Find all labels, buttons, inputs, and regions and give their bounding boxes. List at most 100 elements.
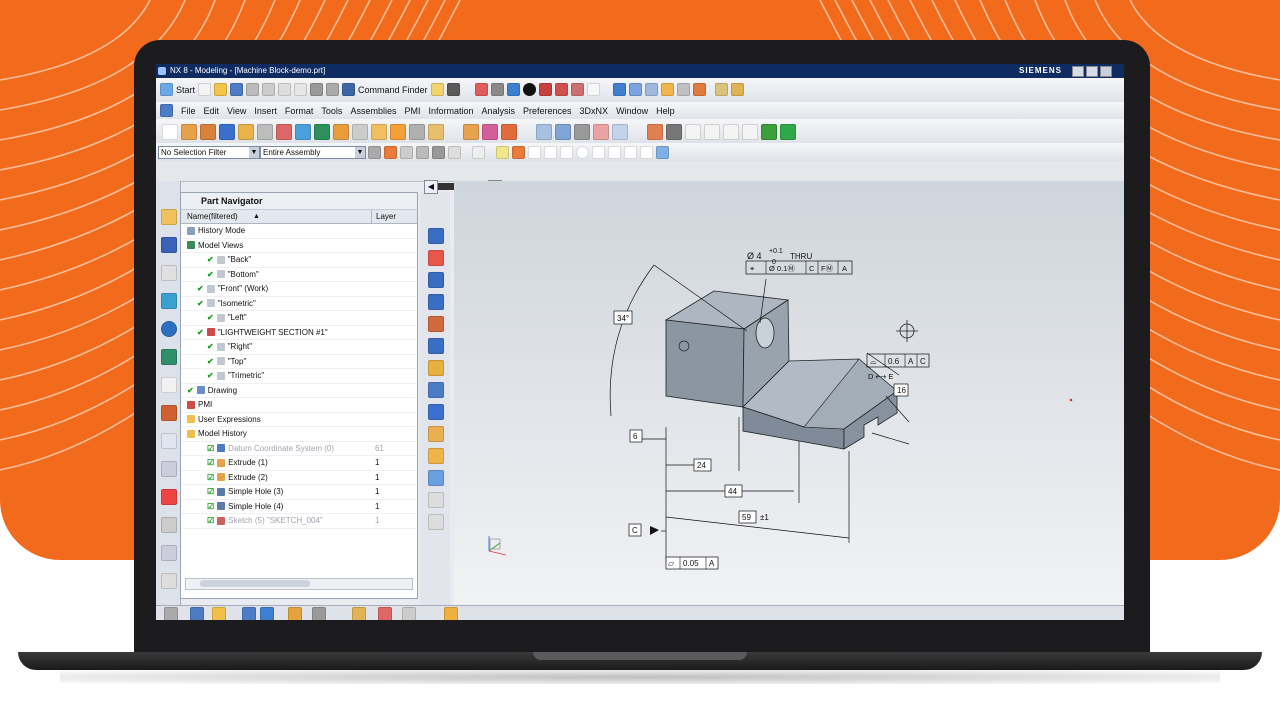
dimension-6[interactable]: 6: [629, 429, 643, 443]
system-scenes-icon[interactable]: [161, 489, 177, 505]
edge-blend-icon[interactable]: [371, 124, 387, 140]
angle-dimension[interactable]: 34°: [613, 310, 633, 325]
menu-assemblies[interactable]: Assemblies: [350, 106, 396, 116]
measure-icon[interactable]: [446, 83, 460, 96]
layer-column-header[interactable]: Layer: [371, 210, 416, 223]
checkbox-icon[interactable]: ✔: [207, 371, 214, 380]
manufacturing-wizards-icon[interactable]: [161, 433, 177, 449]
general-selection-icon[interactable]: [368, 146, 381, 159]
minimize-button[interactable]: [1072, 66, 1084, 77]
checkbox-icon[interactable]: ✔: [197, 328, 204, 337]
pmi-font-icon[interactable]: [428, 492, 444, 508]
show-hide-icon[interactable]: [692, 83, 706, 96]
navigator-row[interactable]: Model Views: [181, 239, 417, 253]
select-curve-icon[interactable]: [448, 146, 461, 159]
snap-center-icon[interactable]: [576, 146, 589, 159]
checkbox-icon[interactable]: ✔: [207, 357, 214, 366]
arc-icon[interactable]: [704, 124, 720, 140]
profile-fcf[interactable]: ⌓ 0.6 A C D ⟷ E: [866, 353, 930, 381]
datum-plane-icon[interactable]: [660, 83, 674, 96]
menu-view[interactable]: View: [227, 106, 246, 116]
through-curves-icon[interactable]: [555, 124, 571, 140]
undo-icon[interactable]: [310, 83, 324, 96]
select-face-icon[interactable]: [400, 146, 413, 159]
fit-view-icon[interactable]: [474, 83, 488, 96]
ruler-icon[interactable]: [714, 83, 728, 96]
hole-tool-icon[interactable]: [257, 124, 273, 140]
shell-icon[interactable]: [409, 124, 425, 140]
checkbox-icon[interactable]: ☑: [207, 516, 214, 525]
snap-tangent-icon[interactable]: [544, 146, 557, 159]
checkbox-icon[interactable]: ✔: [207, 270, 214, 279]
process-studio-icon[interactable]: [161, 405, 177, 421]
checkbox-icon[interactable]: ✔: [187, 386, 194, 395]
navigator-row[interactable]: History Mode: [181, 224, 417, 239]
block-icon[interactable]: [219, 124, 235, 140]
checkbox-icon[interactable]: ☑: [207, 473, 214, 482]
surface-icon[interactable]: [536, 124, 552, 140]
pmi-text-icon[interactable]: [428, 470, 444, 486]
menu-3dxnx[interactable]: 3DxNX: [580, 106, 609, 116]
assembly-load-icon[interactable]: [190, 607, 204, 620]
select-body-icon[interactable]: [416, 146, 429, 159]
open-file-icon[interactable]: [214, 83, 228, 96]
render-style-icon[interactable]: [522, 83, 536, 96]
pmi-fcf-icon[interactable]: [428, 294, 444, 310]
dimension-59[interactable]: 59 ±1: [738, 510, 769, 524]
bom-icon[interactable]: [402, 607, 416, 620]
checkbox-icon[interactable]: ✔: [207, 255, 214, 264]
snap-perp-icon[interactable]: [560, 146, 573, 159]
graphics-viewport[interactable]: Ø 4 Ø 4 +0.1 0 THRU ⌖ Ø 0.1Ⓜ C FⓂ A: [454, 181, 1124, 605]
navigator-row[interactable]: ✔ "Trimetric": [181, 369, 417, 384]
finish-icon[interactable]: [780, 124, 796, 140]
reference-set-icon[interactable]: [444, 607, 458, 620]
pmi-text-style-icon[interactable]: [428, 514, 444, 530]
navigator-row[interactable]: ✔ "Bottom": [181, 268, 417, 282]
command-finder-icon[interactable]: [342, 83, 356, 96]
shaded-cube-icon[interactable]: [506, 83, 520, 96]
component-icon[interactable]: [212, 607, 226, 620]
pmi-table-icon[interactable]: [428, 382, 444, 398]
menu-analysis[interactable]: Analysis: [482, 106, 516, 116]
rectangle-icon[interactable]: [685, 124, 701, 140]
pmi-datum-icon[interactable]: [428, 272, 444, 288]
new-file-icon[interactable]: [198, 83, 212, 96]
sketch-icon[interactable]: [162, 124, 178, 140]
copy-icon[interactable]: [262, 83, 276, 96]
selection-tool-icon[interactable]: [430, 83, 444, 96]
close-button[interactable]: [1100, 66, 1112, 77]
navigator-row[interactable]: ✔ Drawing: [181, 384, 417, 398]
roles-icon[interactable]: [161, 461, 177, 477]
navigator-row[interactable]: Model History: [181, 427, 417, 442]
menu-format[interactable]: Format: [285, 106, 314, 116]
layer-settings-icon[interactable]: [612, 83, 626, 96]
horizontal-scrollbar[interactable]: [185, 578, 413, 590]
navigator-row[interactable]: ✔ "Right": [181, 340, 417, 355]
navigator-row[interactable]: ☑ Extrude (1) 1: [181, 456, 417, 471]
save-icon[interactable]: [230, 83, 244, 96]
menu-insert[interactable]: Insert: [254, 106, 277, 116]
dimension-44[interactable]: 44: [724, 484, 743, 498]
constraint-navigator-icon[interactable]: [161, 237, 177, 253]
menu-information[interactable]: Information: [428, 106, 473, 116]
navigator-row[interactable]: ✔ "LIGHTWEIGHT SECTION #1": [181, 326, 417, 340]
pmi-note-icon[interactable]: [428, 250, 444, 266]
name-column-header[interactable]: Name(filtered): [187, 210, 238, 223]
snap-point-icon[interactable]: [676, 83, 690, 96]
assembly-navigator-icon[interactable]: [161, 209, 177, 225]
status-icon[interactable]: [761, 124, 777, 140]
palette-icon[interactable]: [161, 517, 177, 533]
explode-icon[interactable]: [312, 607, 326, 620]
checkbox-icon[interactable]: ☑: [207, 487, 214, 496]
line-icon[interactable]: [742, 124, 758, 140]
menu-window[interactable]: Window: [616, 106, 648, 116]
move-to-layer-icon[interactable]: [628, 83, 642, 96]
pin-icon[interactable]: [161, 573, 177, 589]
hidden-edge-icon[interactable]: [554, 83, 568, 96]
checkbox-icon[interactable]: ☑: [207, 458, 214, 467]
pattern-icon[interactable]: [463, 124, 479, 140]
restore-button[interactable]: [1086, 66, 1098, 77]
clearance-icon[interactable]: [378, 607, 392, 620]
snap-intersection-icon[interactable]: [624, 146, 637, 159]
chamfer-icon[interactable]: [390, 124, 406, 140]
